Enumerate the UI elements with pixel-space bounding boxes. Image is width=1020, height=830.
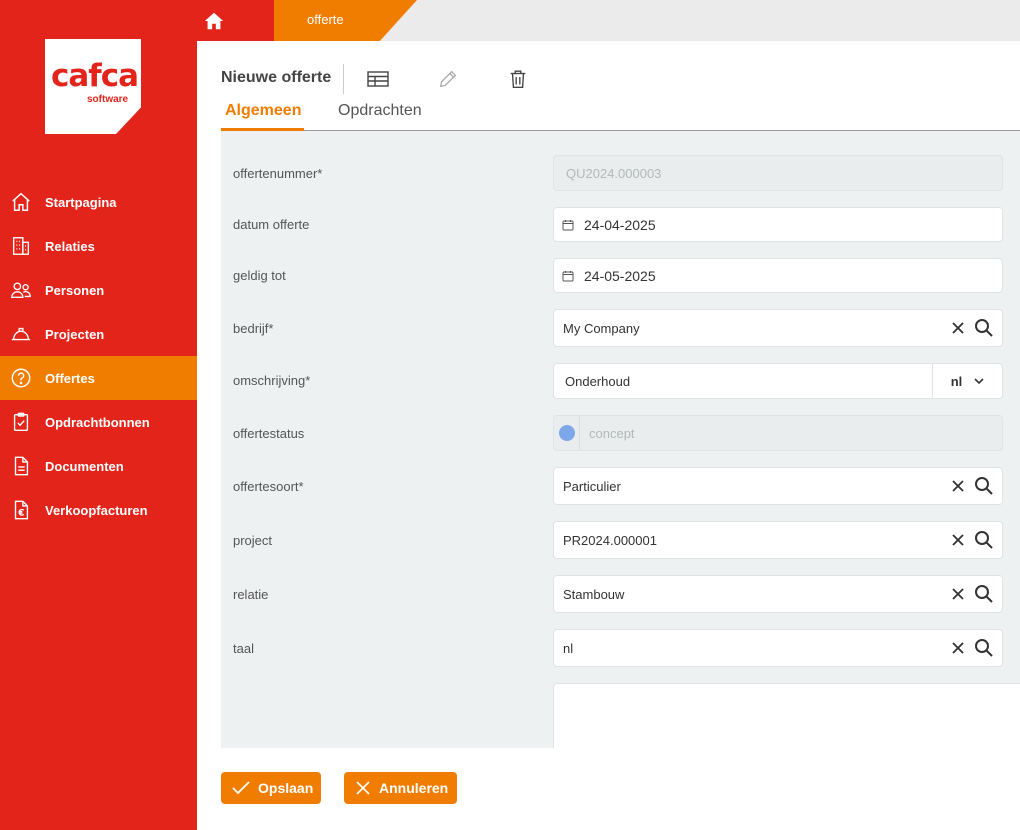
- geldig-tot-field[interactable]: 24-05-2025: [553, 258, 1003, 293]
- label-offertestatus: offertestatus: [233, 426, 305, 441]
- checkmark-icon: [232, 781, 250, 795]
- search-icon[interactable]: [974, 476, 994, 496]
- omschrijving-value: Onderhoud: [565, 373, 631, 389]
- language-select-value: nl: [950, 373, 963, 389]
- sidebar-item-verkoopfacturen[interactable]: Verkoopfacturen: [0, 488, 197, 532]
- label-relatie: relatie: [233, 587, 269, 602]
- label-taal: taal: [233, 641, 254, 656]
- sidebar-item-label: Verkoopfacturen: [45, 502, 148, 518]
- omschrijving-field[interactable]: Onderhoud nl: [553, 363, 1003, 399]
- sidebar-nav: Startpagina Relaties Personen Projecten …: [0, 180, 197, 532]
- label-omschrijving: omschrijving*: [233, 373, 311, 388]
- sidebar-item-projecten[interactable]: Projecten: [0, 312, 197, 356]
- logo-wordmark: cafca: [51, 58, 139, 94]
- tab-algemeen[interactable]: Algemeen: [220, 102, 305, 131]
- sidebar-item-label: Personen: [45, 282, 105, 298]
- geldig-tot-value: 24-05-2025: [584, 267, 656, 284]
- close-icon: [355, 780, 371, 796]
- notes-textarea[interactable]: [553, 683, 1020, 748]
- sidebar-item-label: Projecten: [45, 326, 105, 342]
- offertesoort-field[interactable]: Particulier: [553, 467, 1003, 505]
- clear-icon[interactable]: [948, 584, 968, 604]
- taal-field[interactable]: nl: [553, 629, 1003, 667]
- label-offertesoort: offertesoort*: [233, 479, 304, 494]
- datum-offerte-field[interactable]: 24-04-2025: [553, 207, 1003, 242]
- page-title: Nieuwe offerte: [221, 69, 332, 86]
- trash-icon[interactable]: [505, 66, 531, 92]
- clear-icon[interactable]: [948, 318, 968, 338]
- tab-bar: Algemeen Opdrachten: [220, 100, 1020, 131]
- relatie-value: Stambouw: [563, 586, 625, 602]
- form-panel: offertenummer* QU2024.000003 datum offer…: [221, 131, 1020, 748]
- language-select[interactable]: nl: [932, 364, 1002, 398]
- header-divider: [343, 64, 344, 94]
- sidebar-item-label: Startpagina: [45, 194, 117, 210]
- euro-document-icon: [4, 498, 38, 522]
- document-icon: [4, 454, 38, 478]
- sidebar-item-label: Relaties: [45, 238, 95, 254]
- clear-icon[interactable]: [948, 476, 968, 496]
- bedrijf-value: My Company: [563, 320, 640, 336]
- building-icon: [4, 234, 38, 258]
- sidebar-item-label: Opdrachtbonnen: [45, 414, 150, 430]
- clipboard-check-icon: [4, 410, 38, 434]
- people-icon: [4, 278, 38, 302]
- bedrijf-field[interactable]: My Company: [553, 309, 1003, 347]
- sidebar-item-opdrachtbonnen[interactable]: Opdrachtbonnen: [0, 400, 197, 444]
- hard-hat-icon: [4, 322, 38, 346]
- tab-opdrachten[interactable]: Opdrachten: [338, 102, 422, 120]
- save-button-label: Opslaan: [258, 780, 314, 796]
- label-project: project: [233, 533, 273, 548]
- label-offertenummer: offertenummer*: [233, 166, 323, 181]
- status-dot: [559, 425, 575, 441]
- calendar-icon: [562, 219, 574, 231]
- cancel-button[interactable]: Annuleren: [344, 772, 457, 804]
- table-view-icon[interactable]: [365, 66, 391, 92]
- sidebar: cafca software Startpagina Relaties Pers…: [0, 0, 197, 830]
- calendar-icon: [562, 270, 574, 282]
- save-button[interactable]: Opslaan: [221, 772, 321, 804]
- breadcrumb-label: offerte: [307, 12, 344, 27]
- search-icon[interactable]: [974, 638, 994, 658]
- sidebar-item-offertes[interactable]: Offertes: [0, 356, 197, 400]
- status-separator: [579, 416, 580, 450]
- sidebar-item-label: Offertes: [45, 370, 95, 386]
- offertenummer-field: QU2024.000003: [553, 155, 1003, 191]
- offertestatus-value: concept: [589, 425, 635, 441]
- offertesoort-value: Particulier: [563, 478, 621, 494]
- relatie-field[interactable]: Stambouw: [553, 575, 1003, 613]
- sidebar-item-label: Documenten: [45, 458, 124, 474]
- offertenummer-value: QU2024.000003: [566, 165, 662, 181]
- chevron-down-icon: [974, 377, 984, 384]
- cancel-button-label: Annuleren: [379, 780, 449, 796]
- sidebar-item-relaties[interactable]: Relaties: [0, 224, 197, 268]
- project-value: PR2024.000001: [563, 532, 657, 548]
- search-icon[interactable]: [974, 584, 994, 604]
- offertestatus-field: concept: [553, 415, 1003, 451]
- clear-icon[interactable]: [948, 638, 968, 658]
- clear-icon[interactable]: [948, 530, 968, 550]
- question-circle-icon: [4, 366, 38, 390]
- sidebar-item-personen[interactable]: Personen: [0, 268, 197, 312]
- taal-value: nl: [563, 640, 574, 656]
- project-field[interactable]: PR2024.000001: [553, 521, 1003, 559]
- cafca-logo: cafca software: [45, 39, 141, 134]
- edit-pencil-icon[interactable]: [435, 66, 461, 92]
- label-bedrijf: bedrijf*: [233, 321, 274, 336]
- datum-offerte-value: 24-04-2025: [584, 216, 656, 233]
- logo-subtitle: software: [87, 94, 129, 105]
- top-bar: offerte: [197, 0, 1020, 41]
- search-icon[interactable]: [974, 530, 994, 550]
- sidebar-item-startpagina[interactable]: Startpagina: [0, 180, 197, 224]
- search-icon[interactable]: [974, 318, 994, 338]
- home-icon: [4, 190, 38, 214]
- label-datum-offerte: datum offerte: [233, 217, 310, 232]
- breadcrumb-home-icon[interactable]: [197, 0, 231, 41]
- sidebar-item-documenten[interactable]: Documenten: [0, 444, 197, 488]
- label-geldig-tot: geldig tot: [233, 268, 286, 283]
